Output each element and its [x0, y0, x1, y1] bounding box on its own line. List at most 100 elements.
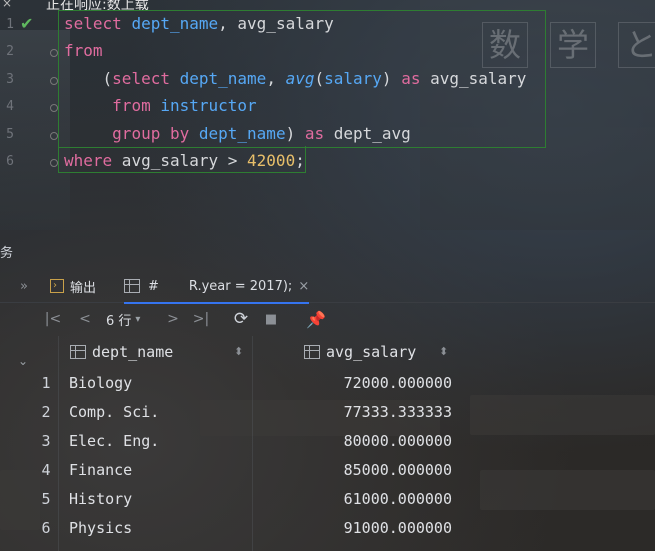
background-desk — [480, 470, 655, 510]
column-header-avg-salary[interactable]: avg_salary — [304, 336, 416, 368]
code-token: avg_salary > — [112, 151, 248, 170]
pin-icon[interactable]: 📌 — [306, 308, 326, 330]
code-token: dept_avg — [324, 124, 411, 143]
cell-dept-name[interactable]: Finance — [69, 461, 132, 479]
column-header-dept-name[interactable]: dept_name — [70, 336, 173, 368]
cell-dept-name[interactable]: Comp. Sci. — [69, 403, 159, 421]
tab-result-grid[interactable]: # R.year = 2017); × — [124, 270, 310, 304]
code-token: select — [112, 69, 170, 88]
tab-output[interactable]: › 输出 — [50, 270, 96, 302]
row-number: 3 — [41, 432, 51, 450]
cell-avg-salary[interactable]: 85000.000000 — [344, 461, 452, 479]
table-row[interactable]: 3 Elec. Eng. 80000.000000 — [36, 427, 458, 456]
tab-grid-label: # — [148, 278, 159, 294]
line-number: 4 — [6, 99, 14, 114]
code-line[interactable]: (select dept_name, avg(salary) as avg_sa… — [64, 69, 527, 89]
background-desk — [470, 395, 655, 435]
code-token: dept_name — [131, 14, 219, 33]
code-token: , avg_salary — [218, 14, 334, 33]
code-line[interactable]: select dept_name, avg_salary — [64, 14, 334, 34]
cell-dept-name[interactable]: History — [69, 490, 132, 508]
cell-dept-name[interactable]: Biology — [69, 374, 132, 392]
code-token: group by — [112, 124, 190, 143]
sort-icon[interactable]: ⬍ — [234, 345, 243, 358]
code-token: avg_salary — [420, 69, 527, 88]
table-row[interactable]: 1 Biology 72000.000000 — [36, 369, 458, 398]
fold-marker-icon[interactable] — [50, 132, 58, 140]
code-token: ( — [64, 69, 113, 88]
last-page-icon[interactable]: >| — [192, 308, 210, 330]
cell-dept-name[interactable]: Elec. Eng. — [69, 432, 159, 450]
next-page-icon[interactable]: > — [164, 308, 182, 330]
line-number: 3 — [6, 72, 14, 87]
fold-marker-icon[interactable] — [50, 104, 58, 112]
tab-query-label: R.year = 2017); — [188, 278, 293, 294]
cell-avg-salary[interactable]: 80000.000000 — [344, 432, 452, 450]
fold-marker-icon[interactable] — [50, 159, 58, 167]
line-number: 5 — [6, 127, 14, 142]
code-token: avg — [285, 69, 315, 88]
code-line[interactable]: group by dept_name) as dept_avg — [64, 124, 411, 144]
code-token: ) — [285, 124, 305, 143]
refresh-icon[interactable]: ⟳ — [232, 308, 250, 330]
collapse-chevron-icon[interactable]: ⌄ — [18, 354, 28, 368]
column-header-label: avg_salary — [326, 343, 417, 361]
table-row[interactable]: 5 History 61000.000000 — [36, 485, 458, 514]
tabs-overflow-icon[interactable]: » — [20, 270, 28, 302]
prev-page-icon[interactable]: < — [76, 308, 94, 330]
fold-marker-icon[interactable] — [50, 77, 58, 85]
row-number: 5 — [41, 490, 51, 508]
code-token: , — [266, 69, 286, 88]
code-token: ; — [295, 151, 305, 170]
table-row[interactable]: 2 Comp. Sci. 77333.333333 — [36, 398, 458, 427]
code-token: as — [401, 69, 421, 88]
cell-avg-salary[interactable]: 61000.000000 — [344, 490, 452, 508]
code-line[interactable]: from instructor — [64, 96, 257, 116]
first-page-icon[interactable]: |< — [44, 308, 62, 330]
line-number: 2 — [6, 44, 14, 59]
grid-icon — [124, 279, 140, 293]
row-number: 4 — [41, 461, 51, 479]
rows-count-select[interactable]: 6 行 ▾ — [106, 308, 140, 330]
code-token: ) — [381, 69, 402, 88]
code-token: salary — [324, 69, 382, 88]
checkmark-icon: ✔ — [20, 14, 34, 33]
console-icon: › — [50, 279, 64, 293]
code-token: from — [64, 41, 103, 60]
code-token: ( — [314, 69, 325, 88]
cell-avg-salary[interactable]: 91000.000000 — [344, 519, 452, 537]
chevron-down-icon: ▾ — [135, 313, 141, 325]
cell-avg-salary[interactable]: 72000.000000 — [344, 374, 452, 392]
row-number: 1 — [41, 374, 51, 392]
sort-icon[interactable]: ⬍ — [439, 345, 448, 358]
services-side-label[interactable]: 务 — [0, 242, 13, 261]
table-row[interactable]: 6 Physics 91000.000000 — [36, 514, 458, 543]
result-toolbar: |< < 6 行 ▾ > >| ⟳ ■ 📌 — [0, 302, 655, 336]
fold-marker-icon[interactable] — [50, 49, 58, 57]
line-number: 1 — [6, 17, 14, 32]
background-desk — [0, 470, 40, 530]
rows-count-label: 6 行 — [106, 313, 132, 329]
result-tabs: » › 输出 # R.year = 2017); × — [0, 270, 655, 304]
cell-avg-salary[interactable]: 77333.333333 — [344, 403, 452, 421]
column-icon — [304, 345, 320, 359]
column-header-label: dept_name — [92, 343, 174, 361]
code-line[interactable]: from — [64, 41, 103, 61]
row-number: 2 — [41, 403, 51, 421]
table-row[interactable]: 4 Finance 85000.000000 — [36, 456, 458, 485]
line-number: 6 — [6, 154, 14, 169]
code-line[interactable]: where avg_salary > 42000; — [64, 151, 305, 171]
result-grid[interactable]: dept_name ⬍ avg_salary ⬍ 1 Biology 72000.0… — [36, 336, 458, 551]
tab-close-icon[interactable]: × — [298, 279, 309, 294]
cell-dept-name[interactable]: Physics — [69, 519, 132, 537]
cancel-icon[interactable]: ■ — [262, 308, 280, 330]
sql-editor[interactable]: ✔ 123456 select dept_name, avg_salary fro… — [0, 0, 655, 190]
tab-output-label: 输出 — [70, 280, 97, 296]
code-token: instructor — [160, 96, 257, 115]
